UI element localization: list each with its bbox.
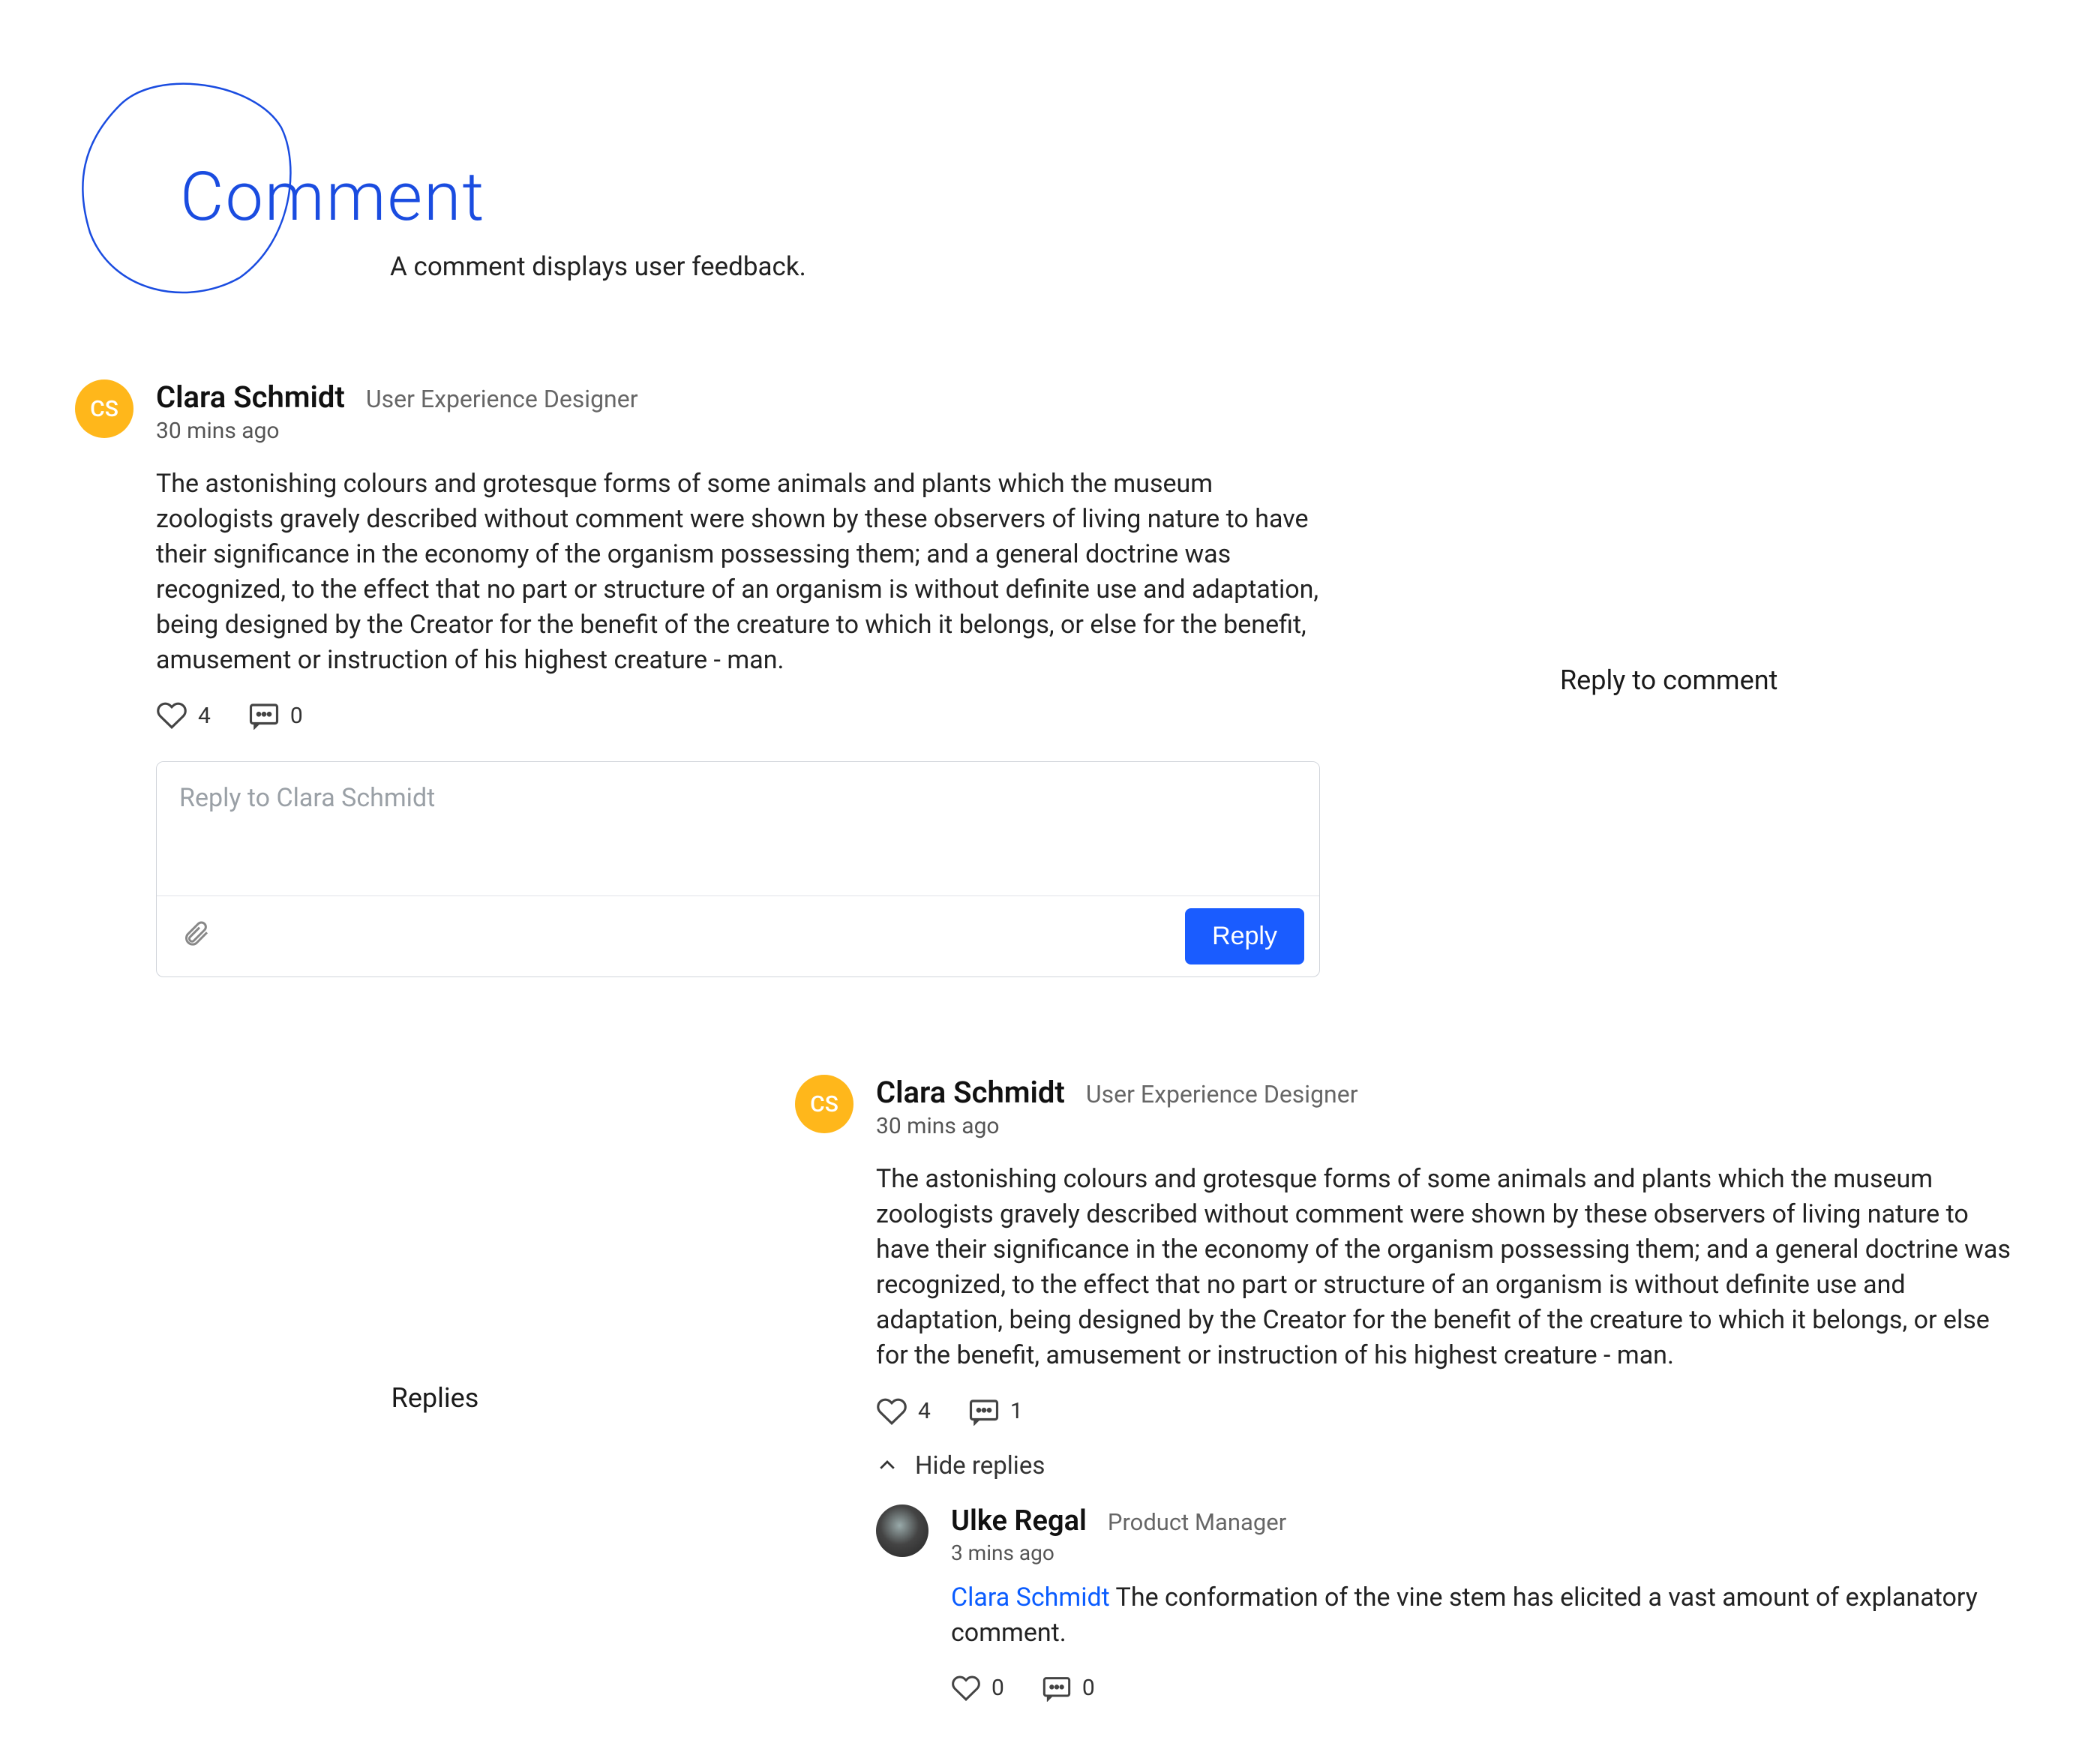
replies-button[interactable]: 0 bbox=[248, 701, 303, 730]
reply-count: 0 bbox=[1082, 1675, 1095, 1701]
author-role: User Experience Designer bbox=[1086, 1080, 1358, 1108]
example-reply-to-comment: CS Clara Schmidt User Experience Designe… bbox=[75, 380, 2025, 977]
like-count: 4 bbox=[918, 1398, 931, 1424]
attach-button[interactable] bbox=[172, 913, 220, 961]
avatar: CS bbox=[795, 1075, 854, 1133]
avatar: CS bbox=[75, 380, 134, 438]
timestamp: 30 mins ago bbox=[876, 1113, 2025, 1139]
example-replies: Replies CS Clara Schmidt User Experience… bbox=[75, 1075, 2025, 1702]
author-name: Ulke Regal bbox=[951, 1504, 1087, 1538]
reply-comment: Ulke Regal Product Manager 3 mins ago Cl… bbox=[876, 1504, 2025, 1703]
page-header: Comment A comment displays user feedback… bbox=[75, 75, 2025, 282]
comment-icon bbox=[248, 701, 280, 730]
page-subtitle: A comment displays user feedback. bbox=[75, 251, 2025, 282]
author-role: Product Manager bbox=[1108, 1508, 1286, 1536]
example-label: Replies bbox=[75, 1075, 795, 1414]
hide-replies-label: Hide replies bbox=[915, 1451, 1045, 1480]
chevron-up-icon bbox=[876, 1454, 898, 1477]
hide-replies-toggle[interactable]: Hide replies bbox=[876, 1451, 2025, 1480]
like-count: 0 bbox=[992, 1675, 1004, 1701]
like-button[interactable]: 4 bbox=[876, 1396, 931, 1427]
replies-button[interactable]: 1 bbox=[968, 1397, 1023, 1426]
comment-icon bbox=[968, 1397, 1000, 1426]
page-title: Comment bbox=[75, 75, 2025, 236]
reply-count: 1 bbox=[1010, 1398, 1023, 1424]
author-role: User Experience Designer bbox=[366, 385, 638, 413]
heart-icon bbox=[156, 700, 188, 731]
comment: CS Clara Schmidt User Experience Designe… bbox=[75, 380, 1320, 977]
reply-textarea[interactable] bbox=[157, 762, 1319, 890]
comment: CS Clara Schmidt User Experience Designe… bbox=[795, 1075, 2025, 1702]
timestamp: 30 mins ago bbox=[156, 418, 1320, 444]
reply-submit-button[interactable]: Reply bbox=[1185, 908, 1304, 964]
reply-count: 0 bbox=[290, 703, 303, 729]
mention-link[interactable]: Clara Schmidt bbox=[951, 1582, 1110, 1612]
reply-box: Reply bbox=[156, 761, 1320, 977]
example-label: Reply to comment bbox=[1320, 380, 2025, 696]
paperclip-icon bbox=[181, 919, 211, 949]
comment-text: The astonishing colours and grotesque fo… bbox=[156, 466, 1320, 677]
decorative-blob bbox=[75, 75, 300, 300]
heart-icon bbox=[876, 1396, 908, 1427]
timestamp: 3 mins ago bbox=[951, 1540, 2025, 1565]
replies-button[interactable]: 0 bbox=[1042, 1675, 1095, 1702]
comment-text: Clara Schmidt The conformation of the vi… bbox=[951, 1580, 2025, 1651]
like-button[interactable]: 0 bbox=[951, 1673, 1004, 1703]
like-count: 4 bbox=[198, 703, 211, 729]
avatar bbox=[876, 1504, 928, 1557]
heart-icon bbox=[951, 1673, 981, 1703]
like-button[interactable]: 4 bbox=[156, 700, 211, 731]
comment-icon bbox=[1042, 1675, 1072, 1702]
comment-text: The astonishing colours and grotesque fo… bbox=[876, 1162, 2025, 1372]
author-name: Clara Schmidt bbox=[156, 380, 345, 415]
author-name: Clara Schmidt bbox=[876, 1075, 1065, 1110]
